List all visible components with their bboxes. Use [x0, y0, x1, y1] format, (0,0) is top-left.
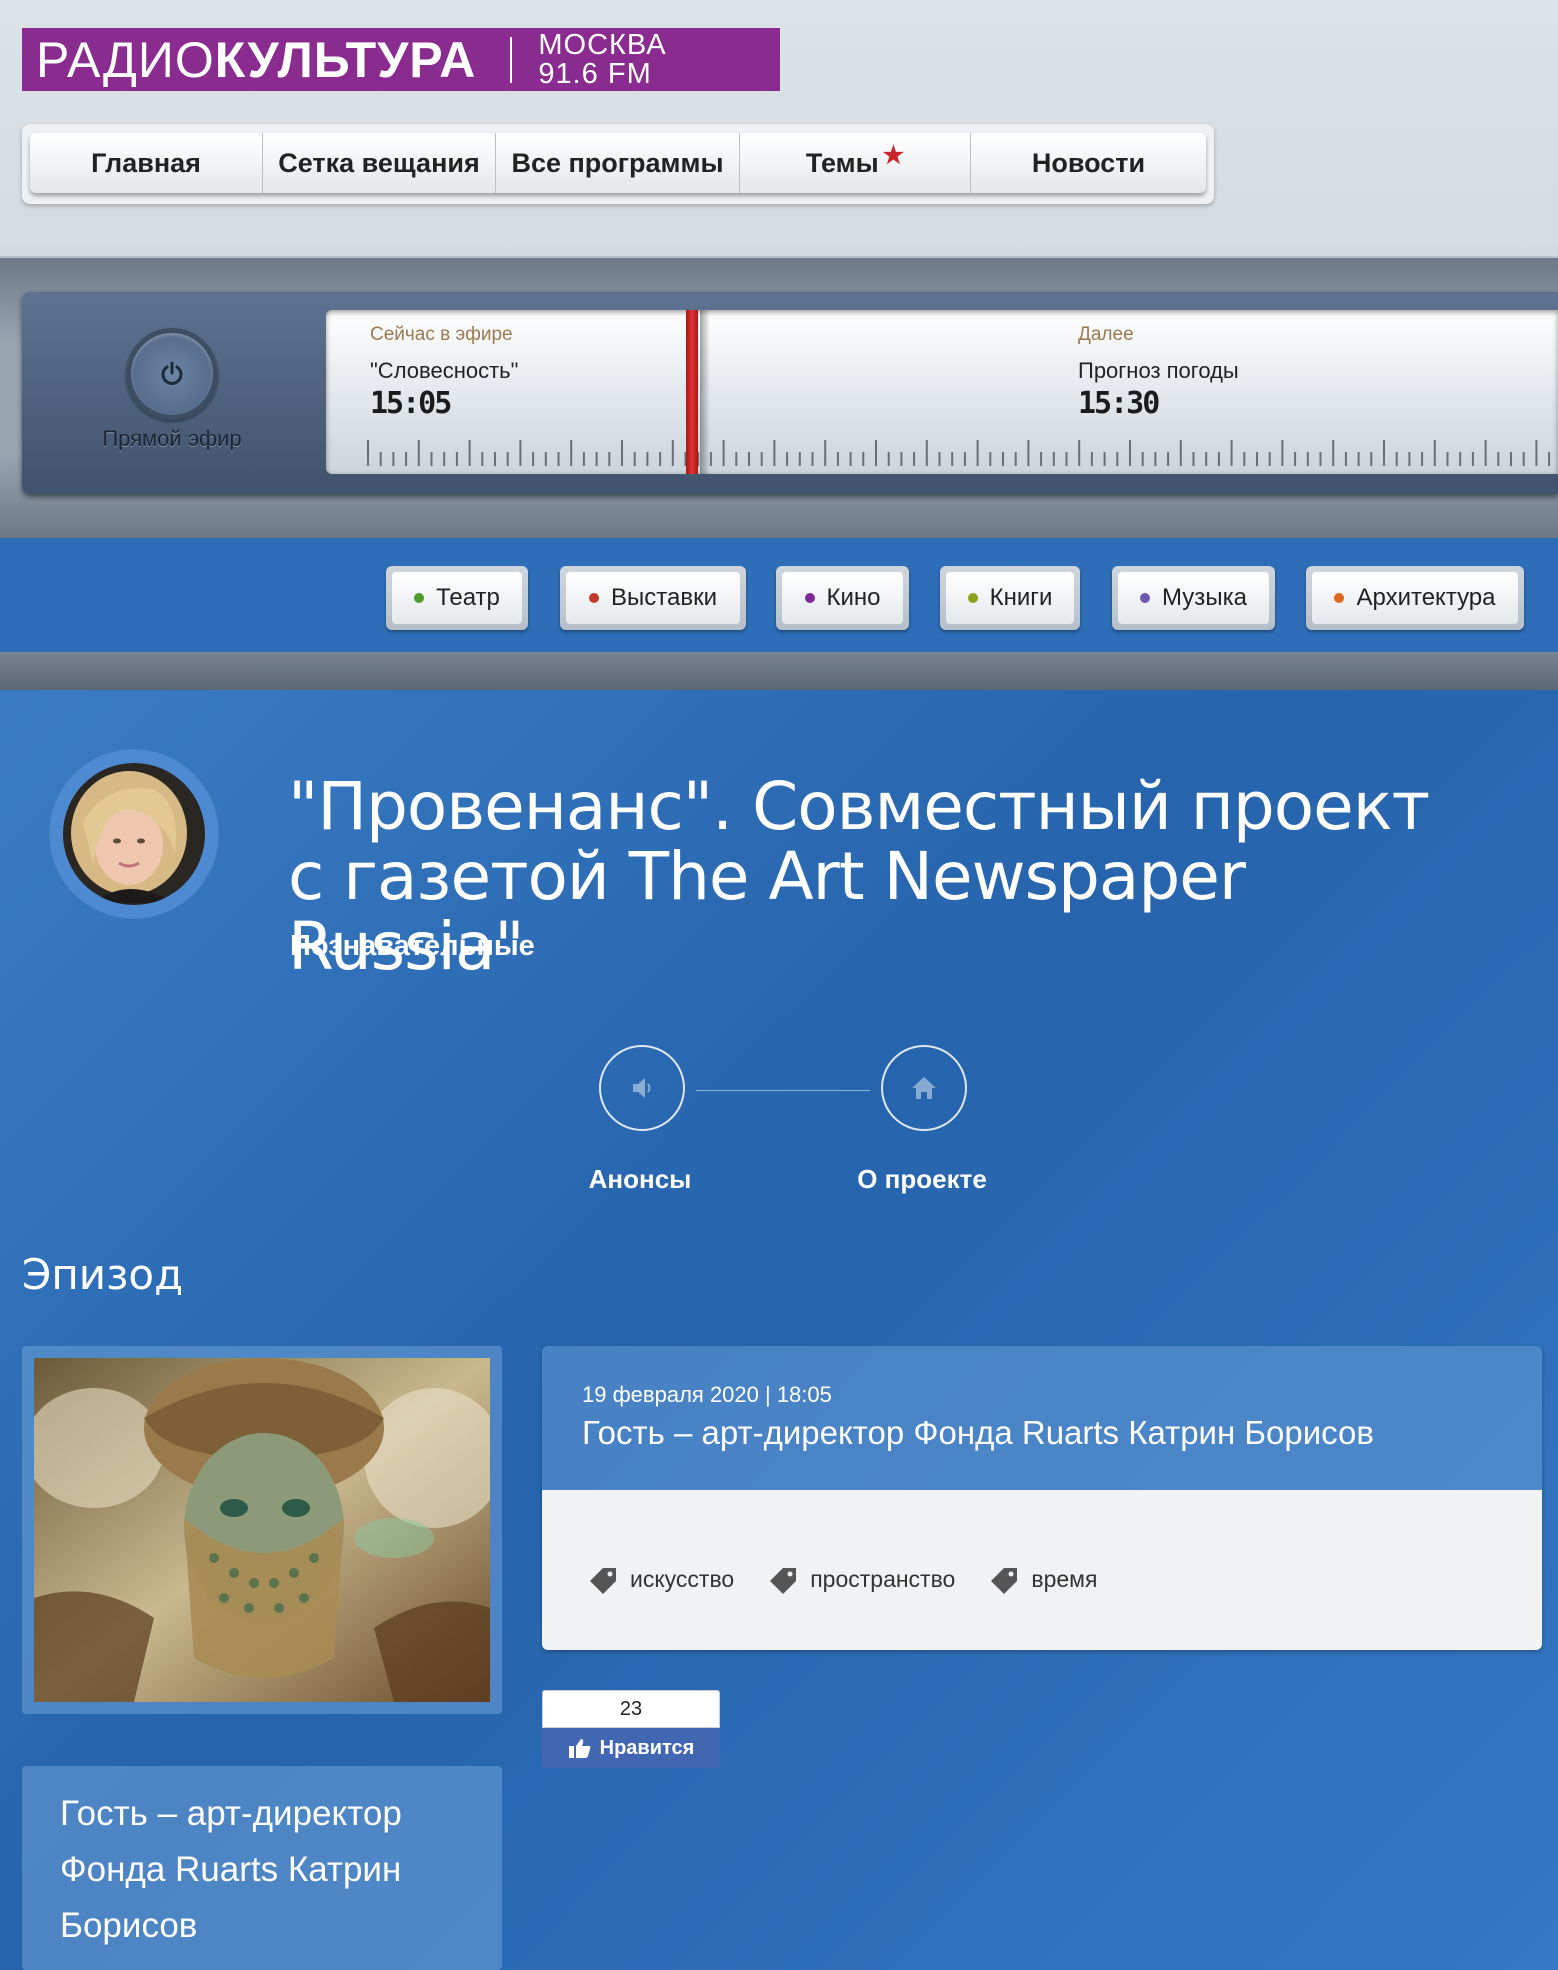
now-title[interactable]: "Словесность": [370, 358, 518, 384]
dot-icon: [804, 593, 815, 603]
dot-icon: [414, 593, 425, 603]
tag-icon: [590, 1568, 616, 1594]
episode-artwork: [34, 1358, 490, 1702]
live-label: Прямой эфир: [102, 426, 242, 451]
live-band: Прямой эфир Сейчас в эфире "Словесность"…: [0, 258, 1558, 538]
next-title[interactable]: Прогноз погоды: [1078, 358, 1239, 384]
next-label: Далее: [1078, 324, 1134, 345]
episode-date: 19 февраля 2020 | 18:05: [582, 1382, 832, 1407]
announces-button[interactable]: [599, 1045, 685, 1131]
tag-link[interactable]: искусство: [586, 1564, 734, 1594]
show-category[interactable]: Познавательные: [290, 930, 535, 963]
theme-exhibitions[interactable]: Выставки: [560, 566, 746, 630]
nav-item-schedule[interactable]: Сетка вещания: [263, 133, 496, 193]
about-button[interactable]: [881, 1045, 967, 1131]
tag-icon: [770, 1568, 797, 1594]
host-avatar: [50, 750, 218, 918]
star-icon: ★: [882, 141, 905, 169]
logo-station: МОСКВА 91.6 FM: [538, 28, 667, 90]
announces-label[interactable]: Анонсы: [550, 1164, 730, 1195]
like-button[interactable]: Нравится: [542, 1728, 720, 1768]
live-player: Прямой эфир Сейчас в эфире "Словесность"…: [22, 292, 1558, 494]
nav-item-themes[interactable]: Темы ★: [740, 133, 971, 193]
main-content: "Провенанс". Совместный проект с газетой…: [0, 690, 1558, 1970]
episode-card: 19 февраля 2020 | 18:05 Гость – арт-дире…: [542, 1346, 1542, 1650]
nav-item-home[interactable]: Главная: [30, 133, 263, 193]
nav-item-news[interactable]: Новости: [971, 133, 1206, 193]
episode-image[interactable]: [22, 1346, 502, 1714]
tag-link[interactable]: время: [987, 1564, 1097, 1594]
like-count: 23: [542, 1690, 720, 1728]
site-logo[interactable]: РАДИОКУЛЬТУРА МОСКВА 91.6 FM: [22, 28, 780, 91]
now-label: Сейчас в эфире: [370, 324, 513, 345]
dot-icon: [967, 593, 978, 603]
next-time: 15:30: [1078, 386, 1160, 421]
theme-theatre[interactable]: Театр: [386, 566, 528, 630]
host-photo: [63, 763, 205, 905]
episode-title[interactable]: Гость – арт-директор Фонда Ruarts Катрин…: [582, 1414, 1502, 1452]
now-needle: [686, 310, 698, 474]
dot-icon: [1334, 593, 1345, 603]
nav-item-programs[interactable]: Все программы: [496, 133, 740, 193]
about-label[interactable]: О проекте: [832, 1164, 1012, 1195]
dot-icon: [589, 593, 599, 603]
schedule-scale[interactable]: Сейчас в эфире "Словесность" 15:05 Далее…: [326, 310, 1558, 474]
episode-heading: Эпизод: [22, 1250, 184, 1299]
dot-icon: [1140, 593, 1151, 603]
theme-music[interactable]: Музыка: [1112, 566, 1275, 630]
scale-ticks: [367, 440, 1551, 466]
site-header: РАДИОКУЛЬТУРА МОСКВА 91.6 FM Главная Сет…: [0, 0, 1558, 258]
home-icon: [912, 1077, 936, 1099]
tag-icon: [991, 1568, 1018, 1594]
like-widget: 23 Нравится: [542, 1690, 720, 1770]
theme-architecture[interactable]: Архитектура: [1306, 566, 1524, 630]
logo-wordmark: РАДИОКУЛЬТУРА: [36, 31, 477, 88]
episode-tags: искусство пространство время: [586, 1564, 1097, 1594]
episode-side-title[interactable]: Гость – арт-директор Фонда Ruarts Катрин…: [22, 1766, 502, 1970]
theme-books[interactable]: Книги: [940, 566, 1080, 630]
power-icon: [161, 361, 183, 385]
now-time: 15:05: [370, 386, 452, 421]
logo-divider: [510, 36, 513, 83]
live-play-button[interactable]: [126, 328, 218, 420]
thumbs-up-icon: [568, 1739, 590, 1758]
theme-cinema[interactable]: Кино: [776, 566, 909, 630]
main-nav: Главная Сетка вещания Все программы Темы…: [22, 124, 1214, 204]
tag-link[interactable]: пространство: [766, 1564, 955, 1594]
speaker-icon: [633, 1078, 651, 1098]
